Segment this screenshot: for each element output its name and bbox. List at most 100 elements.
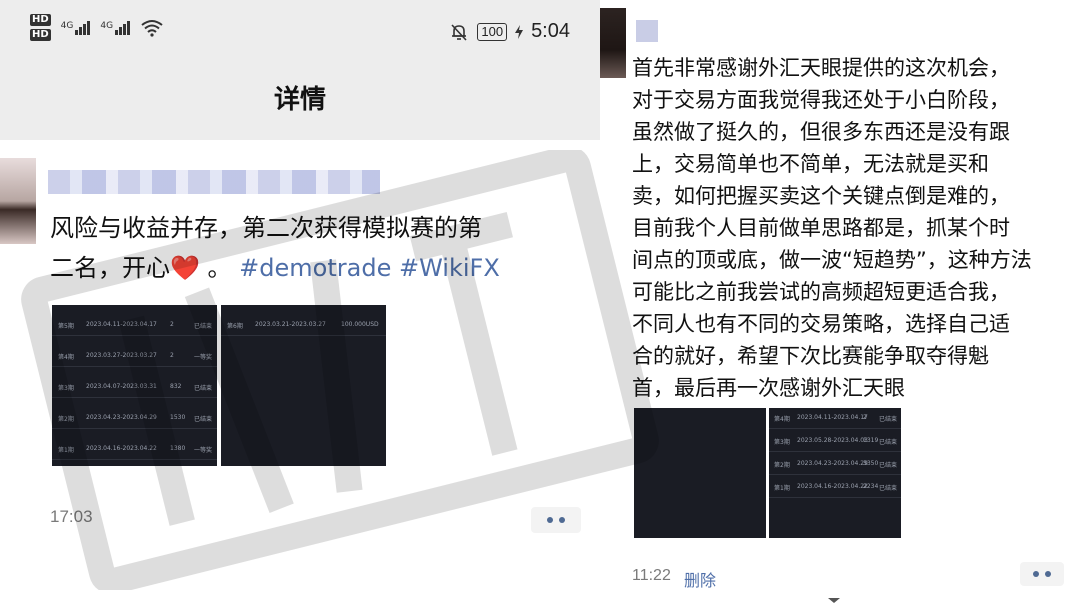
- chevron-down-icon: [828, 598, 840, 603]
- post-line: 首，最后再一次感谢外汇天眼: [632, 376, 905, 400]
- thumb-cell: 2023.03.21-2023.03.27: [255, 321, 326, 328]
- post-line: 首先非常感谢外汇天眼提供的这次机会，: [632, 56, 1010, 80]
- thumb-cell: 已结束: [194, 416, 213, 423]
- clock-time: 5:04: [531, 20, 570, 42]
- thumb-cell: 2023.05.28-2023.04.03: [797, 437, 868, 444]
- thumb-cell: 2: [863, 414, 867, 421]
- thumb-row-divider: [52, 366, 217, 367]
- thumb-row-divider: [221, 335, 386, 336]
- title-bar: 详情: [0, 68, 600, 140]
- username-blurred[interactable]: [48, 170, 380, 194]
- status-signals: HD HD 4G 4G: [30, 14, 164, 41]
- more-options-button[interactable]: [531, 507, 581, 533]
- battery-icon: 100: [477, 22, 508, 41]
- thumb-cell: 一等奖: [194, 447, 213, 454]
- hashtag-wikifx[interactable]: #WikiFX: [399, 254, 500, 282]
- page-title: 详情: [273, 85, 326, 115]
- thumb-cell: 第1期: [58, 447, 74, 454]
- thumb-cell: 1530: [170, 414, 186, 421]
- post-text-line-2: 二名，开心❤️ 。 #demotrade #WikiFX: [50, 254, 500, 282]
- thumb-cell: 一等奖: [194, 354, 213, 361]
- post-line: 对于交易方面我觉得我还处于小白阶段，: [632, 88, 1010, 112]
- left-panel: HD HD 4G 4G 100 5:04 详情 风险与收益并存，第二次获得模拟赛…: [0, 0, 600, 605]
- thumb-cell: 2023.04.23-2023.04.29: [797, 460, 868, 467]
- thumb-row-divider: [52, 459, 217, 460]
- thumb-cell: 2234: [863, 483, 879, 490]
- screenshot-thumbnail-3[interactable]: [634, 408, 766, 538]
- thumb-cell: 第2期: [774, 462, 790, 469]
- thumb-cell: 第6期: [227, 323, 243, 330]
- thumb-cell: 2023.04.16-2023.04.22: [86, 445, 157, 452]
- post-line: 不同人也有不同的交易策略，选择自己适: [632, 312, 1010, 336]
- thumb-cell: 已结束: [879, 416, 898, 423]
- thumb-cell: 832: [170, 383, 182, 390]
- hashtag-demotrade[interactable]: #demotrade: [239, 254, 391, 282]
- thumb-cell: 第4期: [58, 354, 74, 361]
- thumb-cell: 已结束: [879, 462, 898, 469]
- thumb-cell: 2023.04.07-2023.03.31: [86, 383, 157, 390]
- heart-icon: ❤️: [170, 254, 200, 282]
- post-time: 11:22: [632, 567, 671, 584]
- post-text: 风险与收益并存，第二次获得模拟赛的第 二名，开心❤️ 。 #demotrade …: [50, 208, 570, 288]
- post-line: 虽然做了挺久的，但很多东西还是没有跟: [632, 120, 1010, 144]
- post-line: 卖，如何把握买卖这个关键点倒是难的，: [632, 184, 1010, 208]
- signal-icon-1: 4G: [61, 20, 91, 35]
- status-right: 100 5:04: [449, 20, 570, 43]
- thumb-cell: 2023.04.11-2023.04.17: [86, 321, 157, 328]
- thumb-cell: 1380: [170, 445, 186, 452]
- post-line: 上，交易简单也不简单，无法就是买和: [632, 152, 989, 176]
- thumb-row-divider: [52, 397, 217, 398]
- thumb-cell: 第1期: [774, 485, 790, 492]
- thumb-cell: 第5期: [58, 323, 74, 330]
- thumb-cell: 2023.03.27-2023.03.27: [86, 352, 157, 359]
- thumb-cell: 2023.04.11-2023.04.17: [797, 414, 868, 421]
- thumb-cell: 第2期: [58, 416, 74, 423]
- post-line: 可能比之前我尝试的高频超短更适合我，: [632, 280, 1010, 304]
- signal-icon-2: 4G: [100, 20, 131, 35]
- thumb-cell: 第3期: [58, 385, 74, 392]
- post-line: 间点的顶或底，做一波“短趋势”，这种方法: [632, 248, 1032, 272]
- thumb-row-divider: [769, 474, 901, 475]
- avatar[interactable]: [600, 8, 626, 78]
- thumb-cell: 已结束: [879, 485, 898, 492]
- thumb-cell: 100.000USD: [341, 321, 379, 328]
- status-bar: HD HD 4G 4G 100 5:04: [0, 0, 600, 68]
- avatar[interactable]: [0, 158, 36, 244]
- screenshot-thumbnail-4[interactable]: 第4期 2023.04.11-2023.04.17 2 已结束 第3期 2023.05.2…: [769, 408, 901, 538]
- thumb-cell: 2023.04.23-2023.04.29: [86, 414, 157, 421]
- username-blurred[interactable]: [636, 20, 658, 42]
- post-line: 合的就好，希望下次比赛能争取夺得魁: [632, 344, 989, 368]
- thumb-row-divider: [52, 428, 217, 429]
- dot-icon: [559, 517, 565, 523]
- thumb-row-divider: [769, 451, 901, 452]
- thumb-cell: 2: [170, 352, 174, 359]
- thumb-cell: 第3期: [774, 439, 790, 446]
- right-panel: 首先非常感谢外汇天眼提供的这次机会， 对于交易方面我觉得我还处于小白阶段， 虽然…: [600, 0, 1080, 605]
- screenshot-thumbnail-1[interactable]: 第5期 2023.04.11-2023.04.17 2 已结束 第4期 2023.03.2…: [52, 305, 217, 466]
- thumb-cell: 2023.04.16-2023.04.22: [797, 483, 868, 490]
- dot-icon: [1033, 571, 1039, 577]
- post-text: 首先非常感谢外汇天眼提供的这次机会， 对于交易方面我觉得我还处于小白阶段， 虽然…: [632, 52, 1072, 404]
- thumb-row-divider: [52, 335, 217, 336]
- post-line: 目前我个人目前做单思路都是，抓某个时: [632, 216, 1010, 240]
- post-text-line-1: 风险与收益并存，第二次获得模拟赛的第: [50, 214, 482, 242]
- dot-icon: [547, 517, 553, 523]
- thumb-row-divider: [769, 428, 901, 429]
- thumb-cell: 已结束: [194, 385, 213, 392]
- post-time: 17:03: [50, 507, 93, 526]
- wifi-icon: [141, 19, 163, 37]
- thumb-cell: 1319: [863, 437, 879, 444]
- dot-icon: [1045, 571, 1051, 577]
- thumb-cell: 2: [170, 321, 174, 328]
- hd-badge-1: HD: [30, 14, 51, 26]
- more-options-button[interactable]: [1020, 562, 1064, 586]
- charging-icon: [515, 24, 524, 39]
- delete-link[interactable]: 删除: [684, 567, 716, 591]
- hd-badge-2: HD: [30, 29, 51, 41]
- thumb-row-divider: [769, 497, 901, 498]
- mute-bell-icon: [451, 23, 467, 41]
- thumb-cell: 3350: [863, 460, 879, 467]
- thumb-cell: 第4期: [774, 416, 790, 423]
- screenshot-thumbnail-2[interactable]: 第6期 2023.03.21-2023.03.27 100.000USD: [221, 305, 386, 466]
- thumb-cell: 已结束: [194, 323, 213, 330]
